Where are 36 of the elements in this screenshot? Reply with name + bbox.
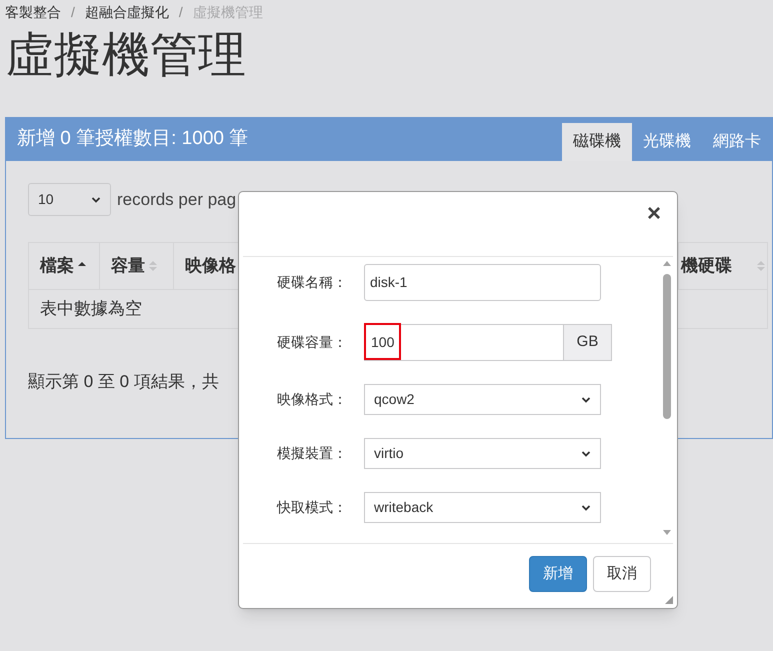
scroll-up-icon[interactable] xyxy=(662,261,670,266)
chevron-down-icon xyxy=(581,448,591,458)
cancel-button[interactable]: 取消 xyxy=(593,556,651,592)
field-label: 映像格式： xyxy=(277,390,348,409)
chevron-down-icon xyxy=(581,502,591,512)
table-info: 顯示第 0 至 0 項結果，共 xyxy=(28,371,219,393)
scroll-down-icon[interactable] xyxy=(662,530,670,535)
chevron-down-icon xyxy=(91,194,101,204)
select-field[interactable]: qcow2 xyxy=(364,384,601,415)
chevron-down-icon xyxy=(581,394,591,404)
add-button[interactable]: 新增 xyxy=(529,556,587,592)
field-label: 模擬裝置： xyxy=(277,444,348,463)
resize-grip-icon[interactable] xyxy=(665,596,673,604)
select-field[interactable]: virtio xyxy=(364,438,601,469)
breadcrumb-separator: / xyxy=(70,2,76,22)
page-size-label: records per pag xyxy=(117,188,236,211)
column-header[interactable]: 機硬碟 xyxy=(679,243,767,289)
breadcrumb-separator: / xyxy=(178,2,184,22)
input-field[interactable]: disk-1 xyxy=(364,264,601,301)
tab[interactable]: 磁碟機 xyxy=(562,123,632,161)
empty-table-message: 表中數據為空 xyxy=(40,298,142,320)
select-field[interactable]: writeback xyxy=(364,492,601,523)
column-header[interactable]: 檔案 xyxy=(29,243,100,289)
field-label: 硬碟名稱： xyxy=(277,273,348,292)
scrollbar[interactable] xyxy=(660,261,673,535)
field-label: 硬碟容量： xyxy=(277,333,348,352)
close-button[interactable]: × xyxy=(646,202,661,226)
breadcrumb-link[interactable]: 超融合虛擬化 xyxy=(84,2,169,22)
input-field[interactable]: 100 xyxy=(364,324,564,361)
column-header[interactable]: 容量 xyxy=(100,243,174,289)
unit-addon: GB xyxy=(564,324,612,361)
field-label: 快取模式： xyxy=(277,498,348,517)
panel-title: 新增 0 筆授權數目: 1000 筆 xyxy=(17,127,248,152)
breadcrumb-link[interactable]: 客製整合 xyxy=(5,2,61,22)
page-size-select[interactable]: 10 xyxy=(28,183,111,216)
page-title: 虛擬機管理 xyxy=(5,28,247,84)
